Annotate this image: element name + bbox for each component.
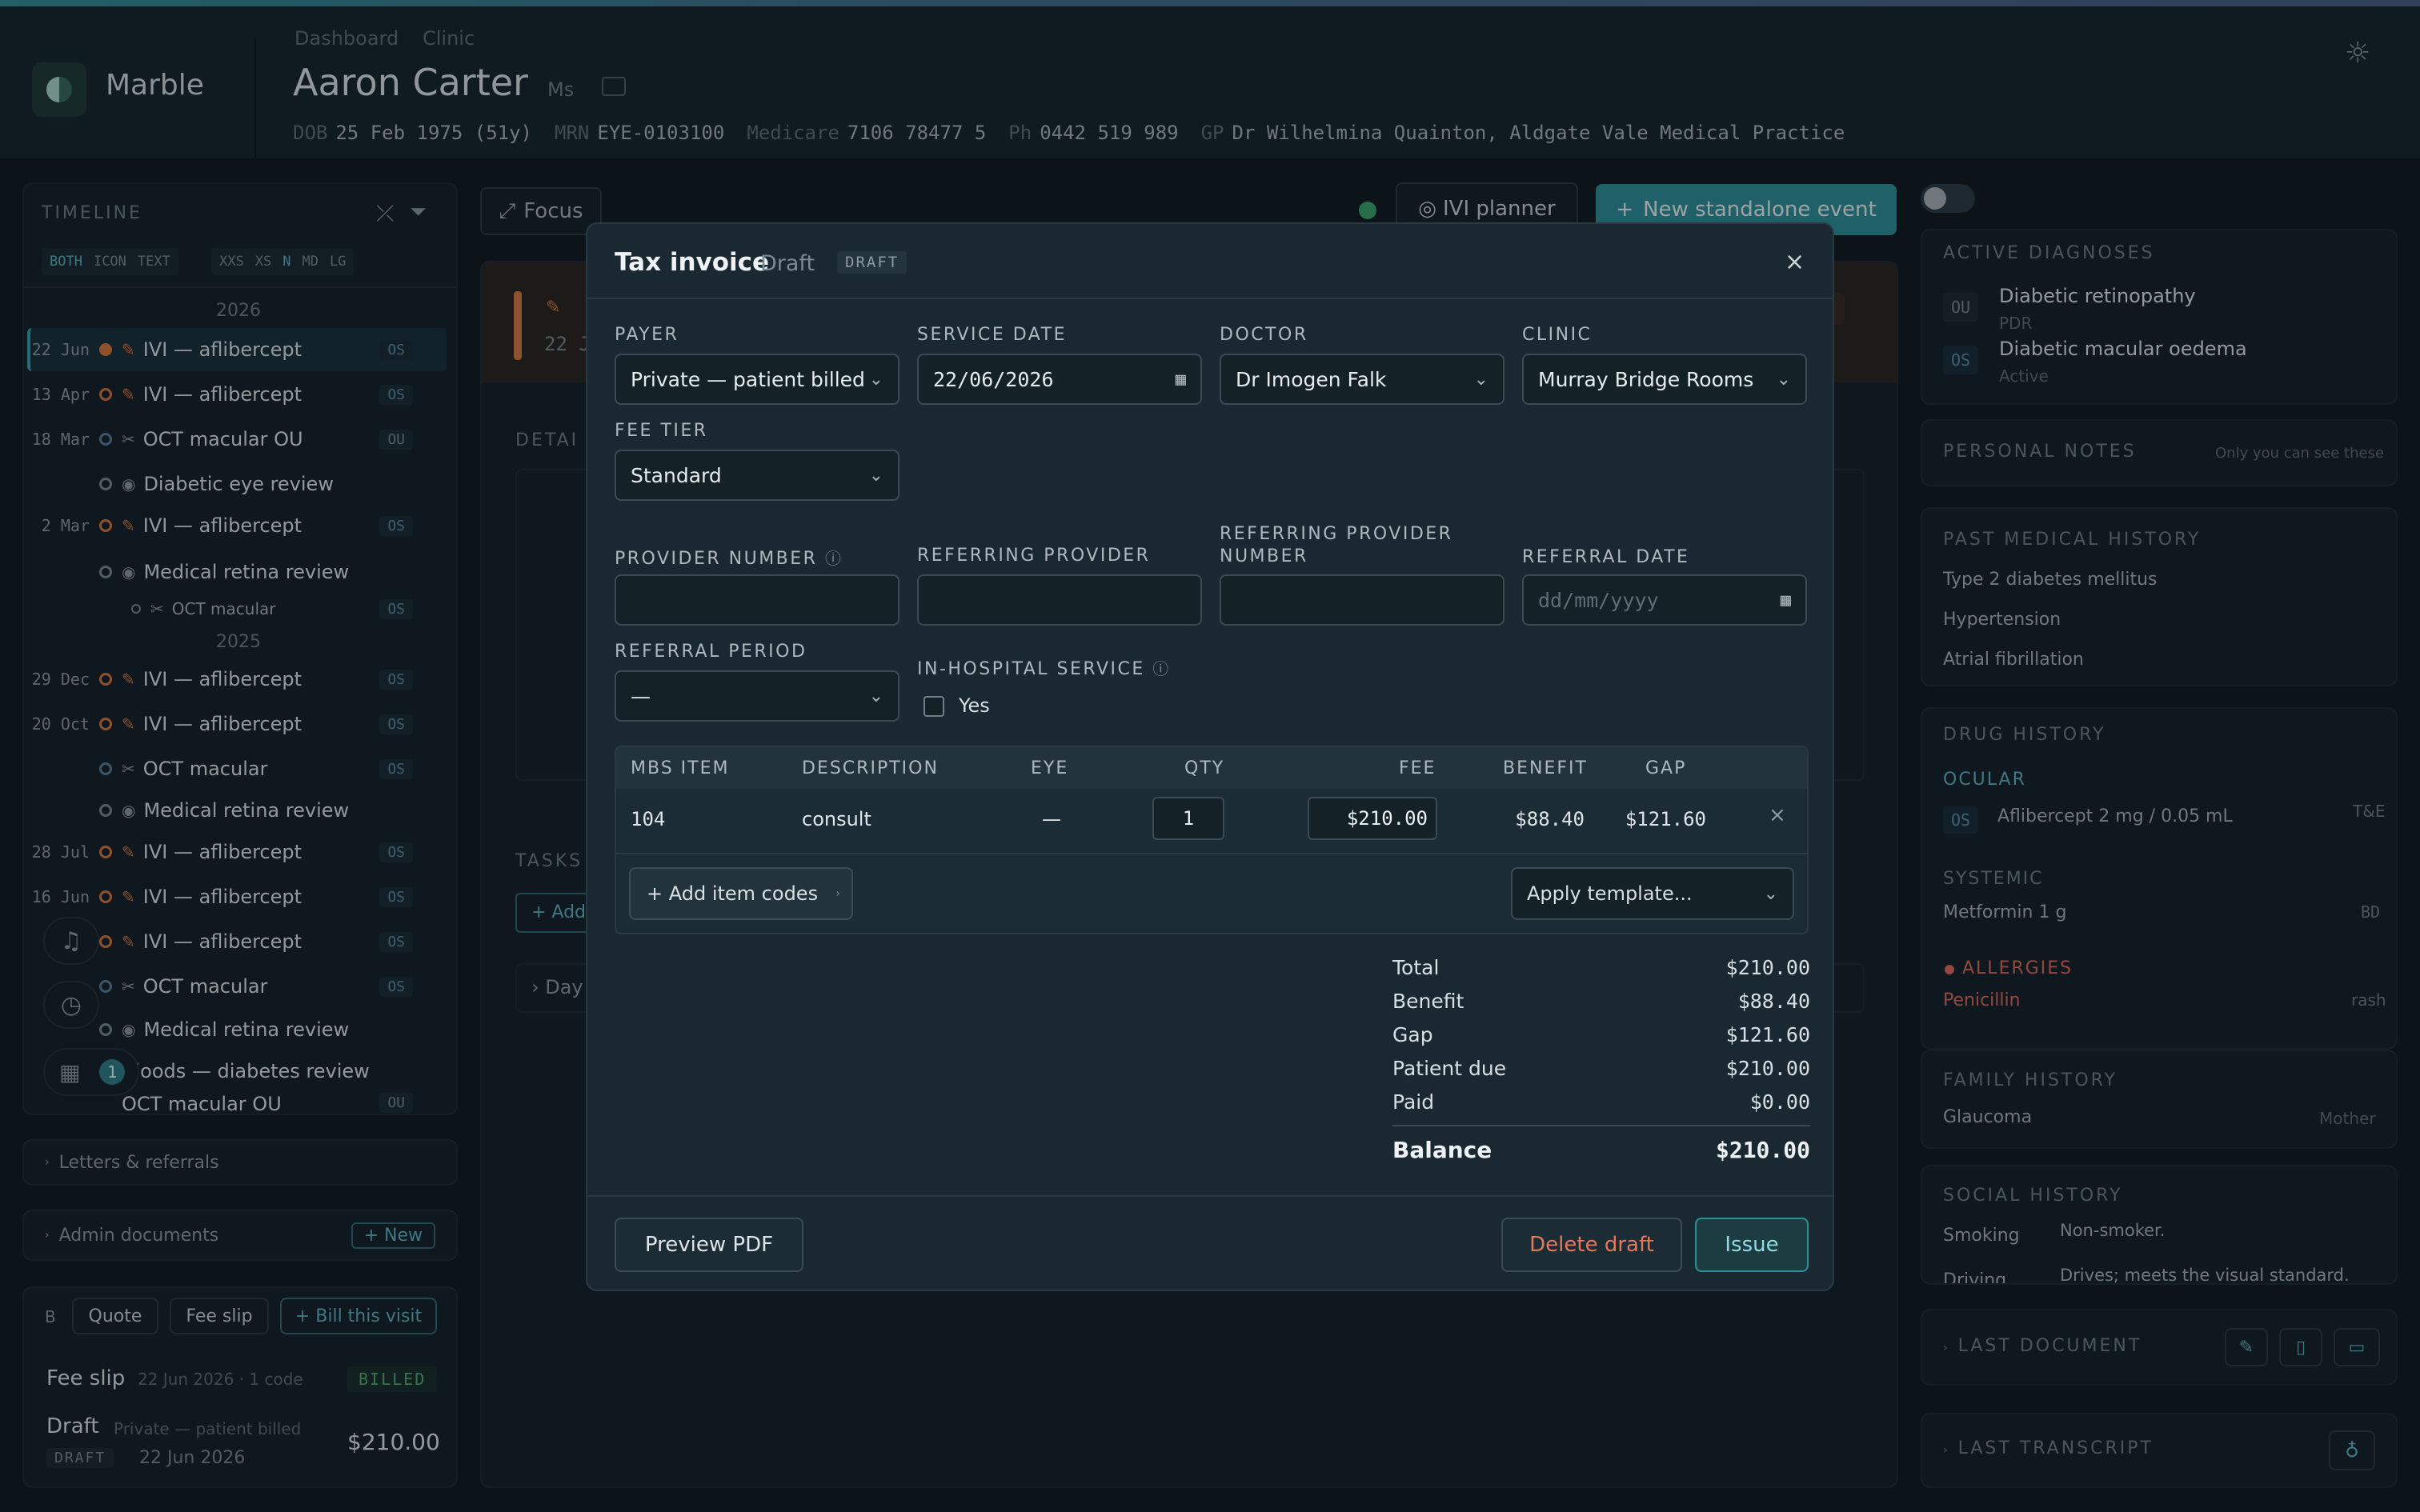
clinic-label: CLINIC <box>1522 325 1593 345</box>
col-mbs-item: MBS ITEM <box>631 758 730 778</box>
delete-draft-button[interactable]: Delete draft <box>1501 1218 1682 1272</box>
referring-provider-number-label: REFERRING PROVIDER NUMBER <box>1220 523 1452 568</box>
preview-pdf-button[interactable]: Preview PDF <box>615 1218 803 1272</box>
qty-input[interactable]: 1 <box>1152 797 1224 840</box>
in-hospital-label-text: IN-HOSPITAL SERVICE <box>917 659 1145 679</box>
close-icon[interactable]: × <box>1785 248 1805 276</box>
in-hospital-yes-label[interactable]: Yes <box>959 694 990 717</box>
row-eye: — <box>1042 808 1061 830</box>
provider-number-label: PROVIDER NUMBER ⓘ <box>615 546 843 569</box>
calendar-icon[interactable]: ▦ <box>1781 590 1791 610</box>
table-divider <box>616 853 1807 854</box>
chevron-down-icon: ⌄ <box>868 369 883 390</box>
referring-provider-number-input[interactable] <box>1220 574 1504 626</box>
rpn-label-line2: NUMBER <box>1220 546 1308 566</box>
summary-row: Patient due $210.00 <box>1392 1051 1810 1085</box>
in-hospital-checkbox[interactable] <box>924 696 944 717</box>
payer-label: PAYER <box>615 325 679 345</box>
info-icon[interactable]: ⓘ <box>1152 659 1171 678</box>
summary-row: Benefit $88.40 <box>1392 984 1810 1018</box>
referral-period-value: — <box>631 684 651 708</box>
chevron-down-icon: ⌄ <box>1763 883 1778 904</box>
referral-date-placeholder: dd/mm/yyyy <box>1538 588 1659 612</box>
summary-label: Benefit <box>1392 989 1464 1013</box>
clinic-select[interactable]: Murray Bridge Rooms ⌄ <box>1522 354 1807 405</box>
referral-date-label: REFERRAL DATE <box>1522 547 1690 567</box>
col-fee: FEE <box>1399 758 1436 778</box>
balance-value: $210.00 <box>1715 1136 1810 1163</box>
remove-row-icon[interactable]: × <box>1769 803 1786 827</box>
col-qty: QTY <box>1184 758 1225 778</box>
row-benefit: $88.40 <box>1515 808 1585 830</box>
row-mbs-item: 104 <box>631 808 666 830</box>
add-item-codes-button[interactable]: + Add item codes › <box>629 867 853 920</box>
col-eye: EYE <box>1031 758 1069 778</box>
draft-status-badge: DRAFT <box>837 251 908 274</box>
service-date-input[interactable]: 22/06/2026 ▦ <box>917 354 1202 405</box>
payer-value: Private — patient billed <box>631 367 865 391</box>
payer-select[interactable]: Private — patient billed ⌄ <box>615 354 899 405</box>
summary-row: Total $210.00 <box>1392 950 1810 984</box>
row-description: consult <box>802 808 871 830</box>
chevron-down-icon: ⌄ <box>1473 369 1488 390</box>
service-date-label: SERVICE DATE <box>917 325 1067 345</box>
summary-value: $121.60 <box>1725 1022 1810 1046</box>
add-item-codes-label: + Add item codes <box>647 882 819 905</box>
balance-label: Balance <box>1392 1136 1492 1163</box>
row-gap: $121.60 <box>1625 808 1706 830</box>
balance-row: Balance $210.00 <box>1392 1126 1810 1173</box>
fee-input[interactable]: $210.00 <box>1308 797 1437 840</box>
col-description: DESCRIPTION <box>802 758 939 778</box>
rpn-label-line1: REFERRING PROVIDER <box>1220 524 1453 544</box>
modal-subtitle: Draft <box>760 251 815 276</box>
col-gap: GAP <box>1645 758 1687 778</box>
in-hospital-label: IN-HOSPITAL SERVICE ⓘ <box>917 656 1171 679</box>
summary-value: $210.00 <box>1725 955 1810 979</box>
provider-number-label-text: PROVIDER NUMBER <box>615 549 818 569</box>
provider-number-input[interactable] <box>615 574 899 626</box>
summary-label: Gap <box>1392 1022 1433 1046</box>
modal-footer-divider <box>587 1195 1833 1197</box>
apply-template-select[interactable]: Apply template... ⌄ <box>1511 867 1794 920</box>
chevron-right-icon: › <box>835 887 840 900</box>
items-table: MBS ITEM DESCRIPTION EYE QTY FEE BENEFIT… <box>615 746 1809 934</box>
summary-label: Total <box>1392 955 1440 979</box>
chevron-down-icon: ⌄ <box>1776 369 1791 390</box>
info-icon[interactable]: ⓘ <box>825 549 843 568</box>
referral-date-input[interactable]: dd/mm/yyyy ▦ <box>1522 574 1807 626</box>
fee-tier-label: FEE TIER <box>615 421 708 441</box>
chevron-down-icon: ⌄ <box>868 686 883 706</box>
service-date-value: 22/06/2026 <box>933 367 1054 391</box>
modal-header-divider <box>587 298 1833 299</box>
modal-title: Tax invoice <box>615 248 770 277</box>
doctor-label: DOCTOR <box>1220 325 1308 345</box>
doctor-value: Dr Imogen Falk <box>1236 367 1387 391</box>
referral-period-label: REFERRAL PERIOD <box>615 642 807 662</box>
col-benefit: BENEFIT <box>1503 758 1588 778</box>
summary-row: Paid $0.00 <box>1392 1085 1810 1118</box>
summary-value: $0.00 <box>1749 1090 1810 1114</box>
summary-value: $210.00 <box>1725 1056 1810 1080</box>
chevron-down-icon: ⌄ <box>868 465 883 486</box>
fee-tier-select[interactable]: Standard ⌄ <box>615 450 899 501</box>
calendar-icon[interactable]: ▦ <box>1176 370 1186 390</box>
summary-label: Paid <box>1392 1090 1435 1114</box>
fee-tier-value: Standard <box>631 463 722 487</box>
summary-label: Patient due <box>1392 1056 1507 1080</box>
issue-button[interactable]: Issue <box>1695 1218 1809 1272</box>
summary-row: Gap $121.60 <box>1392 1018 1810 1051</box>
referral-period-select[interactable]: — ⌄ <box>615 670 899 722</box>
summary-value: $88.40 <box>1737 989 1810 1013</box>
referring-provider-input[interactable] <box>917 574 1202 626</box>
referring-provider-label: REFERRING PROVIDER <box>917 546 1151 566</box>
table-row: 104 consult — 1 $210.00 $88.40 $121.60 × <box>616 789 1807 853</box>
apply-template-label: Apply template... <box>1527 882 1693 905</box>
tax-invoice-modal: Tax invoice Draft DRAFT × PAYER Private … <box>586 222 1834 1291</box>
invoice-summary: Total $210.00 Benefit $88.40 Gap $121.60 Pa… <box>1392 950 1810 1173</box>
doctor-select[interactable]: Dr Imogen Falk ⌄ <box>1220 354 1504 405</box>
clinic-value: Murray Bridge Rooms <box>1538 367 1754 391</box>
